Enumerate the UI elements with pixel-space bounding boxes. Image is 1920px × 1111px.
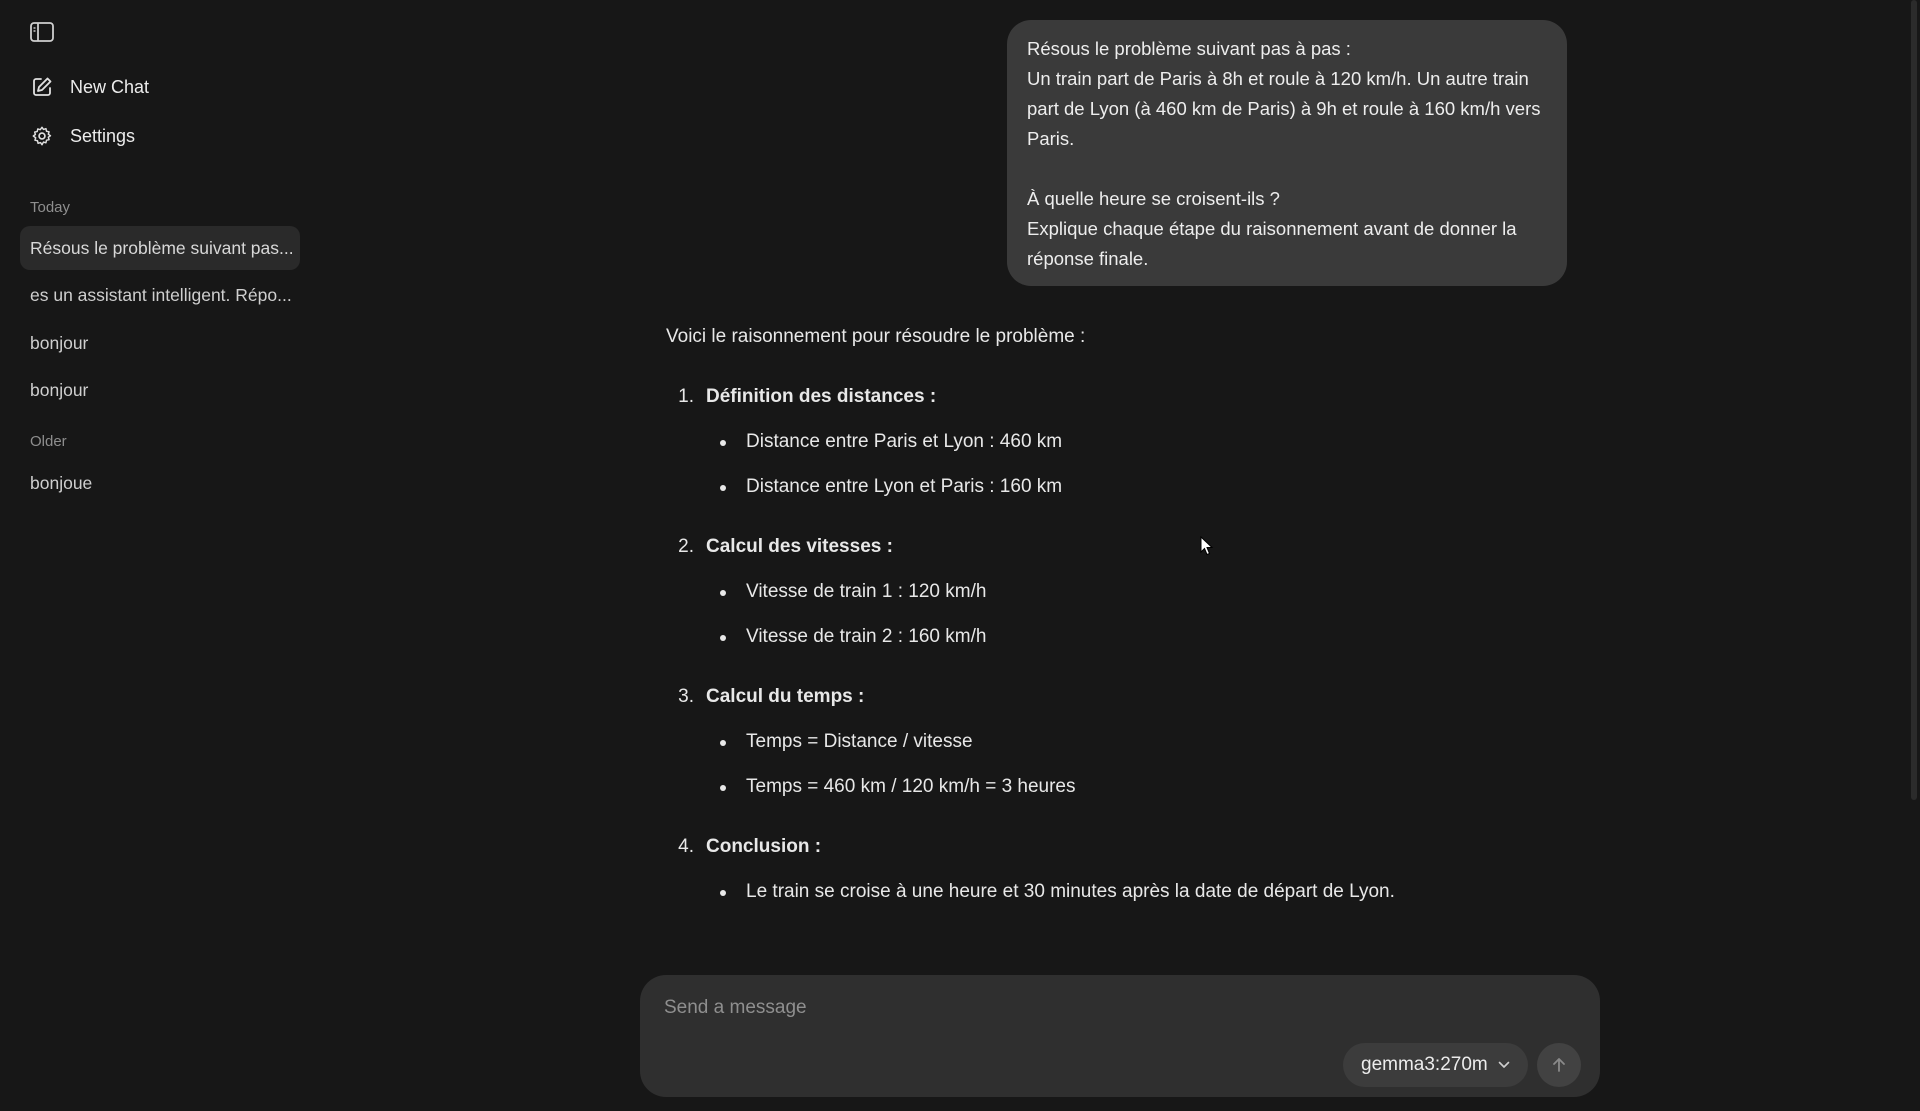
history-item-label: bonjour: [30, 379, 89, 400]
assistant-message: Voici le raisonnement pour résoudre le p…: [666, 322, 1566, 907]
user-message-line: À quelle heure se croisent-ils ?: [1027, 188, 1280, 209]
history-item-label: bonjour: [30, 332, 89, 353]
message-input[interactable]: [664, 993, 1564, 1023]
section-label-today: Today: [30, 199, 71, 216]
history-item-label: es un assistant intelligent. Répo...: [30, 284, 292, 305]
new-chat-label: New Chat: [70, 76, 150, 97]
step-number: 4.: [678, 836, 694, 857]
send-button[interactable]: [1537, 1043, 1581, 1087]
sidebar-toggle-icon: [30, 22, 54, 42]
history-item-label: bonjoue: [30, 472, 93, 493]
edit-icon: [30, 75, 54, 99]
step-bullet: Temps = 460 km / 120 km/h = 3 heures: [720, 772, 1566, 802]
history-item[interactable]: bonjoue: [20, 461, 300, 505]
user-message-line: Explique chaque étape du raisonnement av…: [1027, 218, 1517, 269]
step-number: 3.: [678, 686, 694, 707]
sidebar: New Chat Settings Today Résous le problè…: [0, 0, 320, 1111]
step-bullet: Distance entre Paris et Lyon : 460 km: [720, 427, 1566, 457]
chevron-down-icon: [1498, 1061, 1510, 1068]
step-title: Calcul du temps :: [706, 686, 865, 707]
new-chat-button[interactable]: New Chat: [20, 68, 300, 106]
step-bullet: Le train se croise à une heure et 30 min…: [720, 877, 1566, 907]
step-bullet: Distance entre Lyon et Paris : 160 km: [720, 472, 1566, 502]
assistant-step: 4. Conclusion : Le train se croise à une…: [666, 832, 1566, 907]
sidebar-toggle-button[interactable]: [28, 21, 56, 43]
assistant-step: 1. Définition des distances : Distance e…: [666, 382, 1566, 502]
user-message-line: Résous le problème suivant pas à pas :: [1027, 38, 1351, 59]
step-title: Calcul des vitesses :: [706, 536, 893, 557]
assistant-intro: Voici le raisonnement pour résoudre le p…: [666, 326, 1086, 347]
history-item[interactable]: Résous le problème suivant pas...: [20, 226, 300, 270]
scrollbar-thumb[interactable]: [1911, 0, 1917, 800]
model-selector[interactable]: gemma3:270m: [1343, 1043, 1528, 1087]
settings-button[interactable]: Settings: [20, 117, 300, 155]
step-title: Définition des distances :: [706, 386, 937, 407]
history-item-label: Résous le problème suivant pas...: [30, 237, 294, 258]
arrow-up-icon: [1553, 1058, 1565, 1072]
gear-icon: [30, 124, 54, 148]
section-label-older: Older: [30, 433, 67, 450]
assistant-step: 3. Calcul du temps : Temps = Distance / …: [666, 682, 1566, 802]
scrollbar[interactable]: [1908, 0, 1920, 1111]
mouse-cursor-icon: [1200, 536, 1214, 556]
step-bullet: Temps = Distance / vitesse: [720, 727, 1566, 757]
assistant-step: 2. Calcul des vitesses : Vitesse de trai…: [666, 532, 1566, 652]
user-message-bubble: Résous le problème suivant pas à pas : U…: [1007, 20, 1567, 286]
app-window: New Chat Settings Today Résous le problè…: [0, 0, 1920, 1111]
history-item[interactable]: bonjour: [20, 321, 300, 365]
step-bullet: Vitesse de train 2 : 160 km/h: [720, 622, 1566, 652]
history-item[interactable]: es un assistant intelligent. Répo...: [20, 273, 300, 317]
step-number: 1.: [678, 386, 694, 407]
model-name: gemma3:270m: [1361, 1054, 1488, 1075]
user-message-line: [1027, 154, 1547, 184]
chat-area: Résous le problème suivant pas à pas : U…: [320, 0, 1920, 1111]
settings-label: Settings: [70, 125, 136, 146]
step-bullet: Vitesse de train 1 : 120 km/h: [720, 577, 1566, 607]
message-composer: gemma3:270m: [640, 975, 1600, 1097]
step-title: Conclusion :: [706, 836, 822, 857]
step-number: 2.: [678, 536, 694, 557]
user-message-line: Un train part de Paris à 8h et roule à 1…: [1027, 68, 1541, 149]
history-item[interactable]: bonjour: [20, 368, 300, 412]
